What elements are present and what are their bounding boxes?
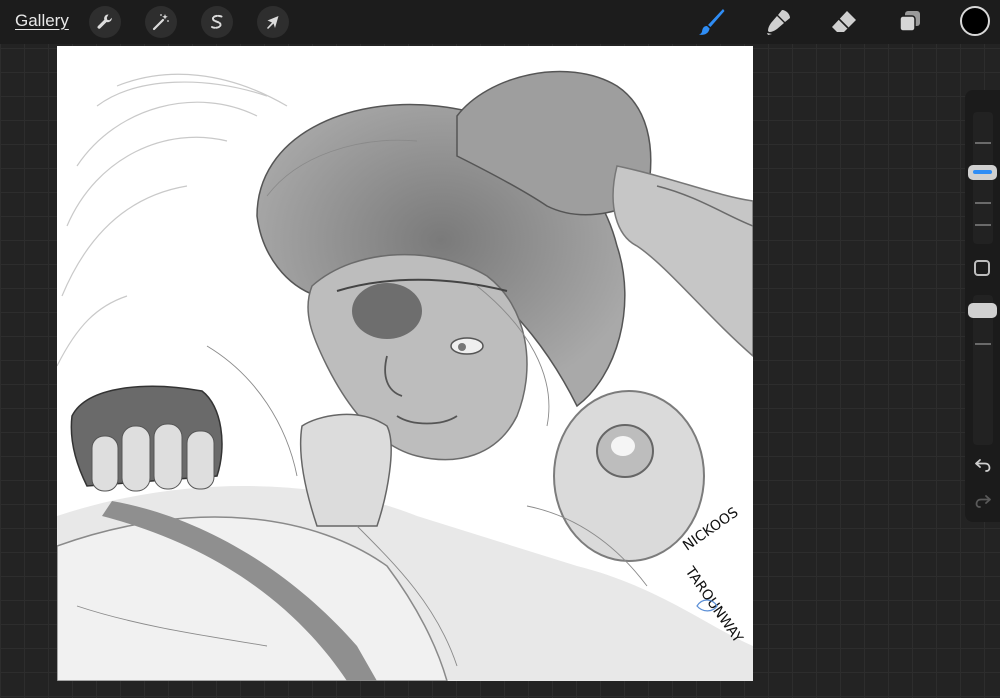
redo-button[interactable]	[973, 491, 993, 511]
eraser-tool-button[interactable]	[827, 5, 861, 39]
brush-icon	[699, 9, 725, 35]
wrench-icon	[97, 14, 112, 29]
gallery-link[interactable]: Gallery	[15, 11, 69, 31]
layers-icon	[899, 11, 920, 32]
arrow-cursor-icon	[267, 16, 279, 29]
sketch-artwork: NICKOOS TAROUNWAY	[57, 70, 753, 681]
smudge-icon	[767, 10, 790, 35]
selection-button[interactable]	[201, 6, 233, 38]
brush-size-thumb[interactable]	[968, 165, 997, 180]
adjustments-button[interactable]	[145, 6, 177, 38]
slider-tick	[975, 343, 991, 345]
modify-button[interactable]	[974, 260, 990, 276]
selection-s-icon	[211, 14, 223, 29]
slider-tick	[975, 202, 991, 204]
layers-tool-button[interactable]	[893, 5, 927, 39]
opacity-thumb[interactable]	[968, 303, 997, 318]
undo-button[interactable]	[973, 455, 993, 475]
smudge-tool-button[interactable]	[761, 5, 795, 39]
drawing-canvas[interactable]: NICKOOS TAROUNWAY	[57, 46, 753, 681]
transform-button[interactable]	[257, 6, 289, 38]
slider-tick	[975, 142, 991, 144]
brush-size-indicator	[973, 170, 992, 174]
color-picker-button[interactable]	[960, 6, 990, 36]
magic-wand-icon	[152, 14, 169, 31]
undo-icon	[975, 459, 991, 472]
brush-tool-button[interactable]	[694, 5, 728, 39]
slider-tick	[975, 224, 991, 226]
eraser-icon	[832, 11, 856, 32]
brush-sidebar	[965, 90, 1000, 522]
redo-icon	[975, 495, 991, 508]
actions-button[interactable]	[89, 6, 121, 38]
top-toolbar: Gallery	[0, 0, 1000, 44]
